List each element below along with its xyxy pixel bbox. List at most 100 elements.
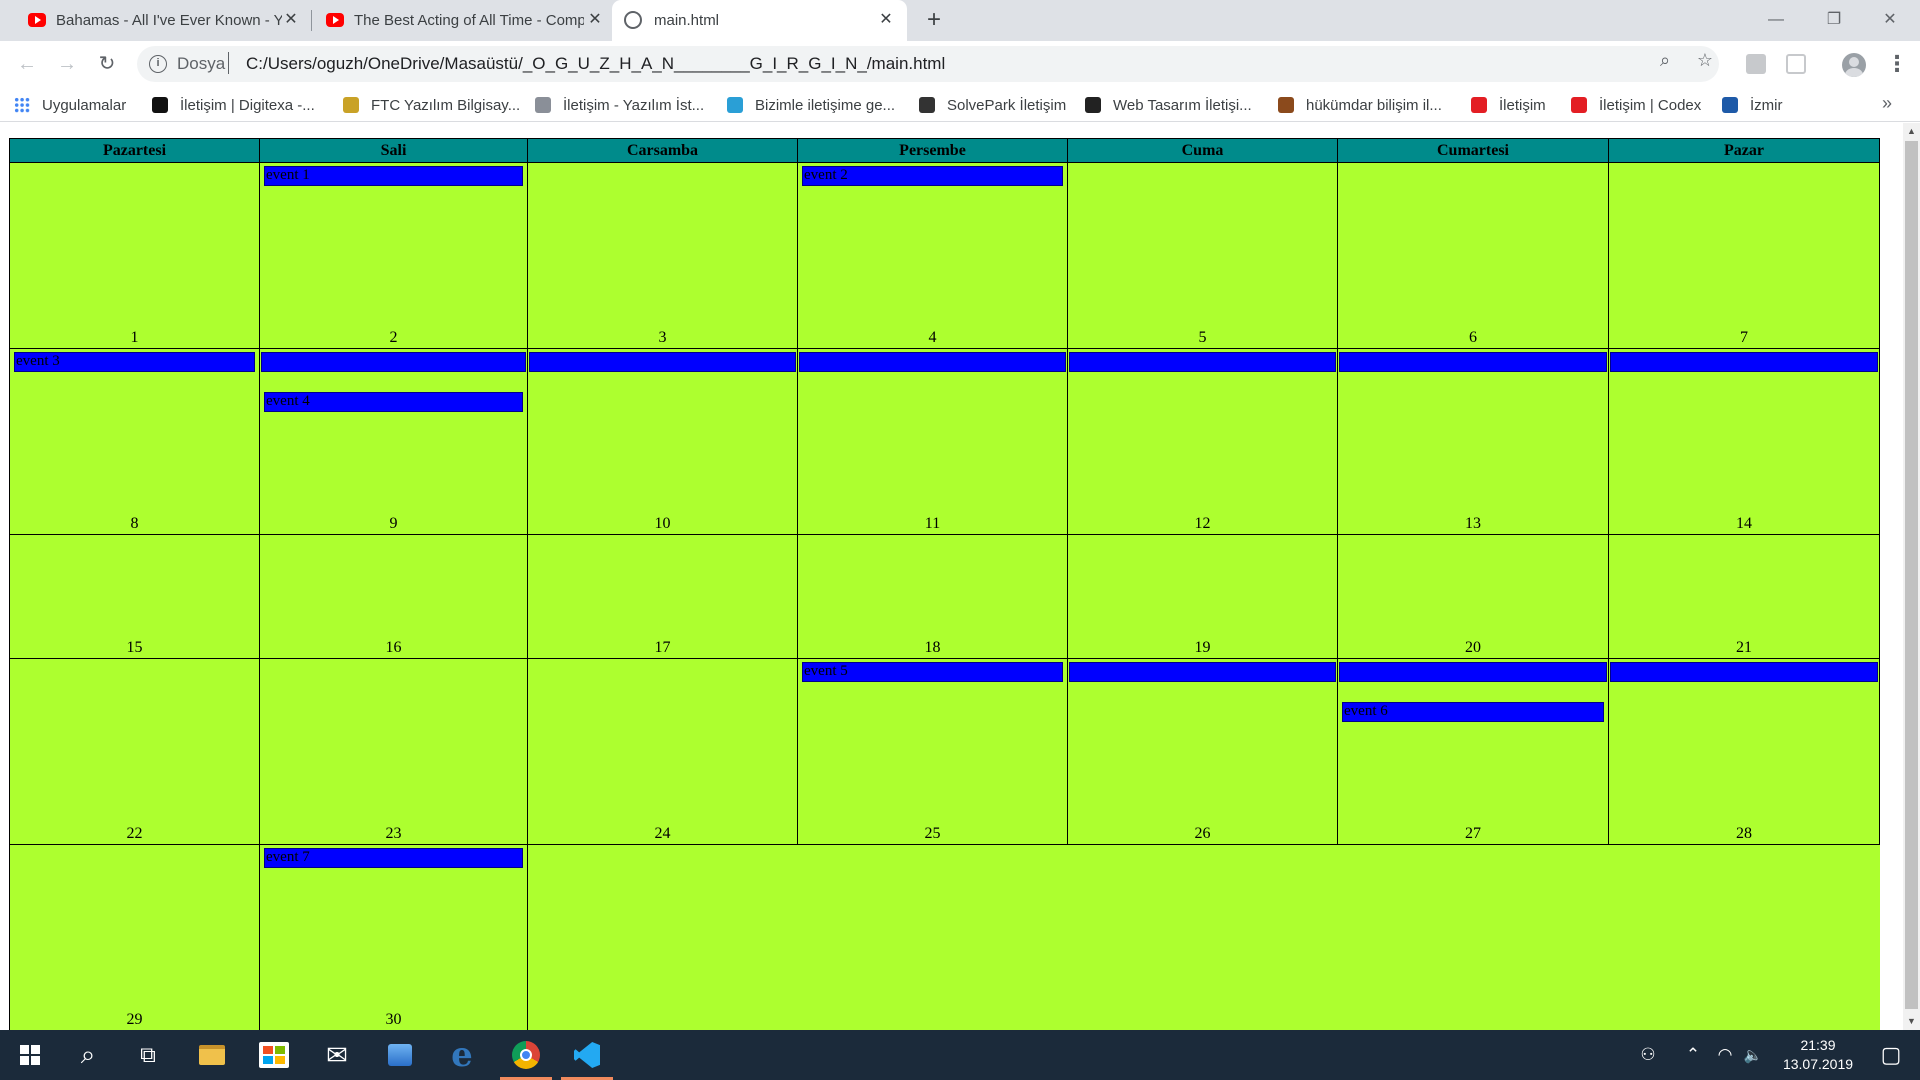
calendar-day-cell[interactable]: 11 bbox=[797, 348, 1068, 535]
calendar-event[interactable]: event 5 bbox=[802, 662, 1063, 682]
calendar-day-cell[interactable]: event 4 9 bbox=[259, 348, 528, 535]
forward-button[interactable]: → bbox=[52, 49, 82, 79]
zoom-icon[interactable]: ⌕ bbox=[1655, 50, 1675, 70]
search-button[interactable]: ⌕ bbox=[64, 1030, 112, 1080]
url-text[interactable]: C:/Users/oguzh/OneDrive/Masaüstü/_O_G_U_… bbox=[246, 54, 945, 74]
calendar-event[interactable]: event 6 bbox=[1342, 702, 1604, 722]
tab-main-html[interactable]: main.html ✕ bbox=[612, 0, 907, 41]
minimize-button[interactable]: — bbox=[1752, 0, 1800, 41]
calendar-day-cell[interactable]: 23 bbox=[259, 658, 528, 845]
reload-button[interactable]: ↻ bbox=[92, 49, 122, 79]
bookmark-item[interactable]: İletişim | Codex bbox=[1571, 95, 1701, 115]
calendar-day-cell[interactable]: 21 bbox=[1608, 534, 1880, 659]
bookmark-item[interactable]: İzmir bbox=[1722, 95, 1783, 115]
tray-overflow-button[interactable]: ⌃ bbox=[1678, 1030, 1708, 1080]
bookmark-item[interactable]: hükümdar bilişim il... bbox=[1278, 95, 1442, 115]
taskbar-clock[interactable]: 21:39 13.07.2019 bbox=[1770, 1036, 1866, 1074]
calendar-day-cell[interactable]: 24 bbox=[527, 658, 798, 845]
calendar-event-continuation[interactable] bbox=[1339, 352, 1607, 372]
info-icon[interactable]: i bbox=[149, 55, 167, 73]
calendar-day-cell[interactable]: 14 bbox=[1608, 348, 1880, 535]
calendar-day-cell[interactable]: 22 bbox=[9, 658, 260, 845]
start-button[interactable] bbox=[6, 1030, 54, 1080]
pocket-extension-icon[interactable] bbox=[1786, 54, 1806, 74]
calendar-event[interactable]: event 7 bbox=[264, 848, 523, 868]
calendar-event[interactable]: event 1 bbox=[264, 166, 523, 186]
close-tab-icon[interactable]: ✕ bbox=[584, 9, 606, 31]
close-tab-icon[interactable]: ✕ bbox=[875, 9, 897, 31]
calendar-day-cell[interactable]: 5 bbox=[1067, 162, 1338, 349]
tab-bahamas[interactable]: Bahamas - All I've Ever Known - YouTube … bbox=[14, 0, 304, 41]
calendar-day-cell[interactable]: 6 bbox=[1337, 162, 1609, 349]
notifications-button[interactable]: ▢ bbox=[1866, 1030, 1916, 1080]
back-button[interactable]: ← bbox=[12, 49, 42, 79]
calendar-event-continuation[interactable] bbox=[799, 352, 1066, 372]
calendar-day-cell[interactable]: 19 bbox=[1067, 534, 1338, 659]
calendar-day-cell[interactable]: event 5 25 bbox=[797, 658, 1068, 845]
bookmark-item[interactable]: Uygulamalar bbox=[14, 95, 126, 115]
calendar-day-cell[interactable]: 18 bbox=[797, 534, 1068, 659]
calendar-day-cell[interactable]: 26 bbox=[1067, 658, 1338, 845]
calendar-event-continuation[interactable] bbox=[1610, 662, 1878, 682]
calendar-day-cell[interactable]: 3 bbox=[527, 162, 798, 349]
calendar-day-cell[interactable]: 15 bbox=[9, 534, 260, 659]
pdf-extension-icon[interactable] bbox=[1746, 54, 1766, 74]
calendar-day-cell[interactable]: 7 bbox=[1608, 162, 1880, 349]
chrome-button[interactable] bbox=[500, 1030, 552, 1080]
calendar-day-cell[interactable]: event 6 27 bbox=[1337, 658, 1609, 845]
calendar-event[interactable]: event 2 bbox=[802, 166, 1063, 186]
bookmark-item[interactable]: Bizimle iletişime ge... bbox=[727, 95, 895, 115]
calendar-day-cell[interactable]: 1 bbox=[9, 162, 260, 349]
store-button[interactable] bbox=[250, 1030, 298, 1080]
edge-button[interactable]: e bbox=[438, 1030, 486, 1080]
close-tab-icon[interactable]: ✕ bbox=[280, 9, 302, 31]
calendar-day-cell[interactable]: 29 bbox=[9, 844, 260, 1030]
bookmark-item[interactable]: İletişim | Digitexa -... bbox=[152, 95, 315, 115]
bookmark-item[interactable]: İletişim - Yazılım İst... bbox=[535, 95, 704, 115]
calendar-event[interactable]: event 4 bbox=[264, 392, 523, 412]
calendar-day-cell[interactable]: 10 bbox=[527, 348, 798, 535]
calendar-day-cell[interactable]: 17 bbox=[527, 534, 798, 659]
people-button[interactable]: ⚇ bbox=[1632, 1030, 1664, 1080]
bookmark-item[interactable]: SolvePark İletişim bbox=[919, 95, 1066, 115]
volume-button[interactable]: 🔈 bbox=[1738, 1030, 1768, 1080]
calendar-day-cell[interactable]: 16 bbox=[259, 534, 528, 659]
calendar-event-continuation[interactable] bbox=[1069, 662, 1336, 682]
maximize-button[interactable]: ❐ bbox=[1810, 0, 1858, 41]
bookmark-item[interactable]: Web Tasarım İletişi... bbox=[1085, 95, 1252, 115]
vscode-button[interactable] bbox=[561, 1030, 613, 1080]
calendar-event-continuation[interactable] bbox=[529, 352, 796, 372]
scroll-thumb[interactable] bbox=[1905, 141, 1918, 1009]
calendar-day-cell[interactable]: event 7 30 bbox=[259, 844, 528, 1030]
task-view-button[interactable]: ⧉ bbox=[124, 1030, 172, 1080]
calendar-event-continuation[interactable] bbox=[261, 352, 526, 372]
file-explorer-button[interactable] bbox=[188, 1030, 236, 1080]
network-button[interactable]: ◠ bbox=[1710, 1030, 1740, 1080]
address-bar[interactable]: i Dosya C:/Users/oguzh/OneDrive/Masaüstü… bbox=[137, 46, 1719, 82]
calendar-event-continuation[interactable] bbox=[1339, 662, 1607, 682]
app-button[interactable] bbox=[376, 1030, 424, 1080]
profile-avatar[interactable] bbox=[1842, 53, 1866, 77]
new-tab-button[interactable]: + bbox=[920, 7, 948, 35]
calendar-event-continuation[interactable] bbox=[1069, 352, 1336, 372]
tab-best-acting[interactable]: The Best Acting of All Time - Compilatio… bbox=[312, 0, 612, 41]
scroll-up-arrow-icon[interactable]: ▲ bbox=[1903, 123, 1920, 140]
calendar-day-cell[interactable]: event 2 4 bbox=[797, 162, 1068, 349]
menu-kebab-icon[interactable]: ⋮ bbox=[1886, 49, 1908, 79]
calendar-event[interactable]: event 3 bbox=[14, 352, 255, 372]
bookmark-item[interactable]: İletişim bbox=[1471, 95, 1546, 115]
scroll-down-arrow-icon[interactable]: ▼ bbox=[1903, 1013, 1920, 1030]
bookmark-item[interactable]: FTC Yazılım Bilgisay... bbox=[343, 95, 520, 115]
calendar-day-cell[interactable]: 28 bbox=[1608, 658, 1880, 845]
calendar-day-cell[interactable]: event 3 8 bbox=[9, 348, 260, 535]
bookmark-star-icon[interactable]: ☆ bbox=[1695, 50, 1715, 70]
mail-button[interactable]: ✉ bbox=[313, 1030, 361, 1080]
bookmarks-overflow-button[interactable]: » bbox=[1882, 93, 1892, 114]
page-scrollbar[interactable]: ▲ ▼ bbox=[1903, 123, 1920, 1030]
calendar-day-cell[interactable]: 13 bbox=[1337, 348, 1609, 535]
calendar-day-cell[interactable]: event 1 2 bbox=[259, 162, 528, 349]
calendar-day-cell[interactable]: 12 bbox=[1067, 348, 1338, 535]
close-window-button[interactable]: ✕ bbox=[1866, 0, 1914, 41]
calendar-day-cell[interactable]: 20 bbox=[1337, 534, 1609, 659]
calendar-event-continuation[interactable] bbox=[1610, 352, 1878, 372]
